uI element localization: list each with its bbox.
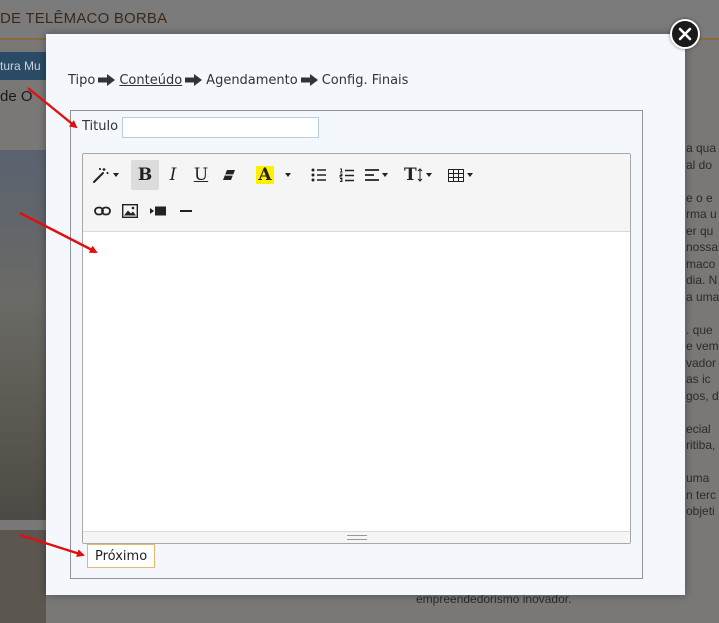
numbered-list-icon xyxy=(339,168,354,182)
close-button[interactable] xyxy=(670,19,700,49)
ordered-list-button[interactable] xyxy=(333,160,361,190)
background-text-line: nossa xyxy=(686,240,719,254)
background-text-line: ecial xyxy=(686,421,711,436)
breadcrumb-step-config-finais[interactable]: Config. Finais xyxy=(322,73,409,88)
link-icon xyxy=(93,206,111,216)
underline-button[interactable]: U xyxy=(187,160,215,190)
editor-content-area[interactable] xyxy=(83,232,630,532)
background-text-line: al do xyxy=(686,157,713,172)
align-icon xyxy=(365,169,379,181)
horizontal-rule-icon xyxy=(180,210,192,212)
eraser-icon xyxy=(223,170,235,180)
font-size-label: T xyxy=(404,165,417,185)
background-text-line xyxy=(686,173,719,190)
breadcrumb-step-conteudo[interactable]: Conteúdo xyxy=(119,73,182,88)
right-arrow-icon xyxy=(98,74,116,86)
table-button[interactable] xyxy=(444,160,477,190)
background-photo xyxy=(0,150,46,520)
bold-button[interactable]: B xyxy=(131,160,159,190)
background-text-line: . que xyxy=(686,322,713,337)
editor-resize-handle[interactable] xyxy=(83,531,630,543)
italic-label: I xyxy=(169,165,177,185)
table-icon xyxy=(447,168,464,182)
background-text-line: maco xyxy=(686,256,716,271)
background-text-line: ritiba, xyxy=(686,438,716,452)
background-photo-lower xyxy=(0,530,46,623)
background-text-line: as ic xyxy=(686,372,711,386)
insert-image-button[interactable] xyxy=(116,196,144,226)
bullet-list-icon xyxy=(311,168,326,182)
italic-button[interactable]: I xyxy=(159,160,187,190)
background-text-line: e vem xyxy=(686,339,719,353)
style-dropdown-button[interactable] xyxy=(88,160,123,190)
close-icon xyxy=(678,27,692,41)
right-arrow-icon xyxy=(185,74,203,86)
video-icon xyxy=(150,206,166,216)
font-color-dropdown-button[interactable] xyxy=(279,160,297,190)
background-text-line: rma u xyxy=(686,207,717,221)
title-input[interactable] xyxy=(122,117,319,138)
paragraph-align-button[interactable] xyxy=(361,160,392,190)
underline-label: U xyxy=(193,165,209,185)
background-text-line: uma xyxy=(686,471,710,485)
background-text-line: objeti xyxy=(686,504,715,518)
rich-text-editor: B I U A T xyxy=(82,153,631,544)
background-text-line: a uma xyxy=(686,289,719,304)
clear-format-button[interactable] xyxy=(215,160,243,190)
line-height-icon xyxy=(417,168,423,182)
background-text-line xyxy=(686,305,719,322)
image-icon xyxy=(122,204,138,218)
right-arrow-icon xyxy=(300,74,318,86)
unordered-list-button[interactable] xyxy=(305,160,333,190)
breadcrumb-step-tipo[interactable]: Tipo xyxy=(68,73,95,88)
bold-label: B xyxy=(137,165,153,185)
editor-toolbar: B I U A T xyxy=(83,154,630,232)
background-text-line: er qu xyxy=(686,223,714,238)
background-article-text: a qua al do e o e rma u er qu nossa maco dia. … xyxy=(686,140,719,520)
background-text-line: vador xyxy=(686,355,717,370)
magic-wand-icon xyxy=(93,168,109,183)
background-text-line: n terc xyxy=(686,487,717,502)
breadcrumb: Tipo Conteúdo Agendamento Config. Finais xyxy=(68,70,408,90)
font-size-button[interactable]: T xyxy=(400,160,436,190)
next-button[interactable]: Próximo xyxy=(87,544,156,568)
background-text-line xyxy=(686,404,719,421)
horizontal-rule-button[interactable] xyxy=(172,196,200,226)
insert-video-button[interactable] xyxy=(144,196,172,226)
background-text-line: e o e xyxy=(686,190,713,205)
background-text-line xyxy=(686,454,719,471)
font-color-label: A xyxy=(256,165,274,185)
title-label: Titulo xyxy=(82,119,119,134)
background-text-line: gos, d xyxy=(686,388,719,403)
insert-link-button[interactable] xyxy=(88,196,116,226)
breadcrumb-step-agendamento[interactable]: Agendamento xyxy=(206,73,298,88)
background-text-line: a qua xyxy=(686,141,717,155)
font-color-button[interactable]: A xyxy=(251,160,279,190)
background-text-line: dia. N xyxy=(686,273,718,287)
